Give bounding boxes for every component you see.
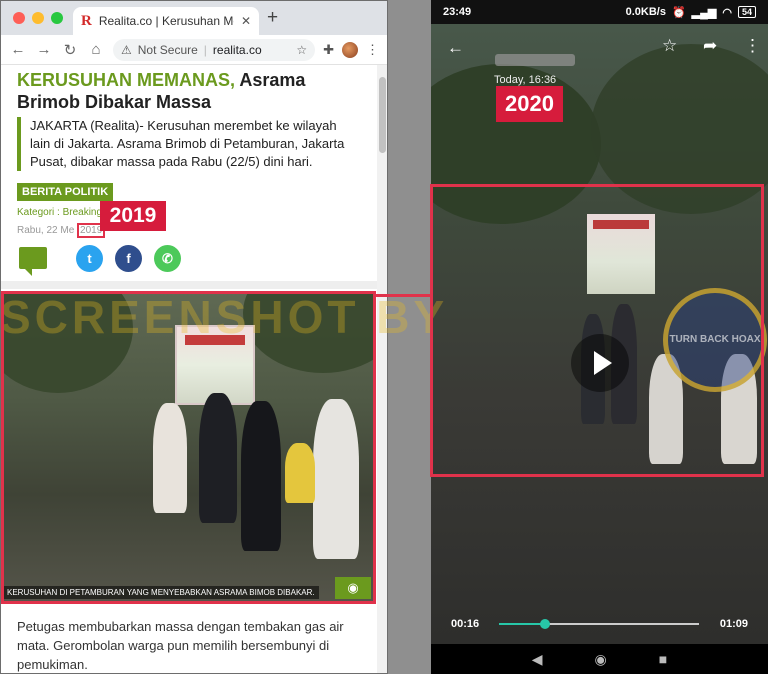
tab-title: Realita.co | Kerusuhan Memanas, Asrama B… (98, 14, 234, 28)
total-time: 01:09 (719, 618, 748, 630)
highlight-frame-left (1, 291, 376, 604)
seek-progress (499, 623, 545, 625)
year-tag-2020: 2020 (496, 86, 563, 122)
profile-avatar[interactable] (342, 41, 358, 58)
connector-line (376, 294, 432, 297)
kategori-link[interactable]: Kategori : Breaking (17, 207, 102, 218)
reload-icon[interactable]: ↻ (61, 41, 79, 59)
seek-handle[interactable] (540, 619, 550, 629)
share-row: t f ✆ (17, 245, 357, 276)
category-badge[interactable]: BERITA POLITIK (17, 183, 114, 201)
publish-date: Rabu, 22 Me 2019 (17, 223, 106, 238)
star-icon[interactable]: ☆ (662, 36, 677, 56)
article-lead: JAKARTA (Realita)- Kerusuhan merembet ke… (17, 117, 357, 171)
whatsapp-icon[interactable]: ✆ (154, 245, 181, 272)
comment-icon[interactable] (19, 247, 47, 276)
comparison-screenshot: R Realita.co | Kerusuhan Memanas, Asrama… (0, 0, 768, 674)
highlight-frame-right (430, 184, 764, 477)
blurred-contact-name (495, 54, 575, 66)
browser-toolbar: ← → ↻ ⌂ ⚠ Not Secure | realita.co ☆ ✚ ⋮ (1, 35, 387, 65)
back-icon[interactable]: ← (9, 41, 27, 58)
facebook-icon[interactable]: f (115, 245, 142, 272)
favicon-icon: R (81, 12, 92, 29)
android-nav-bar: ◀ ◉ ■ (431, 644, 768, 674)
date-prefix: Rabu, 22 Me (17, 225, 75, 236)
minimize-window-button[interactable] (32, 12, 44, 24)
scrollbar-thumb[interactable] (379, 77, 386, 153)
twitter-icon[interactable]: t (76, 245, 103, 272)
nav-home-icon[interactable]: ◉ (595, 651, 607, 668)
home-icon[interactable]: ⌂ (87, 41, 105, 58)
network-speed: 0.0KB/s (625, 6, 666, 18)
menu-icon[interactable]: ⋮ (366, 42, 379, 58)
new-tab-button[interactable]: + (267, 7, 278, 29)
status-icons: 0.0KB/s ⏰ ▂▄▆ ◠ 54 (626, 6, 756, 19)
article-body: Petugas membubarkan massa dengan tembaka… (17, 619, 344, 672)
article-headline: KERUSUHAN MEMANAS, Asrama Brimob Dibakar… (17, 69, 357, 113)
domain-text: realita.co (212, 42, 262, 57)
more-vert-icon[interactable]: ⋮ (744, 36, 761, 56)
divider (1, 281, 377, 289)
year-tag-2019: 2019 (100, 201, 166, 231)
browser-tab[interactable]: R Realita.co | Kerusuhan Memanas, Asrama… (73, 7, 259, 35)
wifi-icon: ◠ (722, 6, 732, 19)
divider: | (203, 42, 207, 57)
clock: 23:49 (443, 6, 472, 18)
scrollbar[interactable] (377, 65, 387, 673)
current-time: 00:16 (451, 618, 480, 630)
tab-close-icon[interactable]: ✕ (241, 14, 251, 28)
forward-icon[interactable]: → (35, 41, 53, 58)
address-bar[interactable]: ⚠ Not Secure | realita.co ☆ (113, 38, 316, 61)
arrow-left-icon[interactable]: ← (447, 38, 464, 58)
tab-bar: R Realita.co | Kerusuhan Memanas, Asrama… (1, 1, 387, 35)
close-window-button[interactable] (13, 12, 25, 24)
nav-back-icon[interactable]: ◀ (532, 651, 543, 668)
maximize-window-button[interactable] (51, 12, 63, 24)
headline-highlight: KERUSUHAN MEMANAS, (17, 70, 236, 90)
signal-icon: ▂▄▆ (691, 6, 717, 19)
bookmark-star-icon[interactable]: ☆ (296, 43, 307, 57)
video-timestamp: Today, 16:36 (494, 74, 557, 86)
seek-bar[interactable] (499, 619, 699, 629)
extensions-icon[interactable]: ✚ (323, 42, 334, 58)
warning-icon: ⚠ (121, 42, 132, 57)
alarm-icon: ⏰ (671, 6, 686, 19)
status-bar: 23:49 0.0KB/s ⏰ ▂▄▆ ◠ 54 (431, 0, 768, 24)
nav-recents-icon[interactable]: ■ (659, 651, 667, 667)
share-icon[interactable]: ➦ (703, 36, 717, 56)
security-label: Not Secure (137, 42, 198, 57)
battery-icon: 54 (737, 6, 756, 18)
